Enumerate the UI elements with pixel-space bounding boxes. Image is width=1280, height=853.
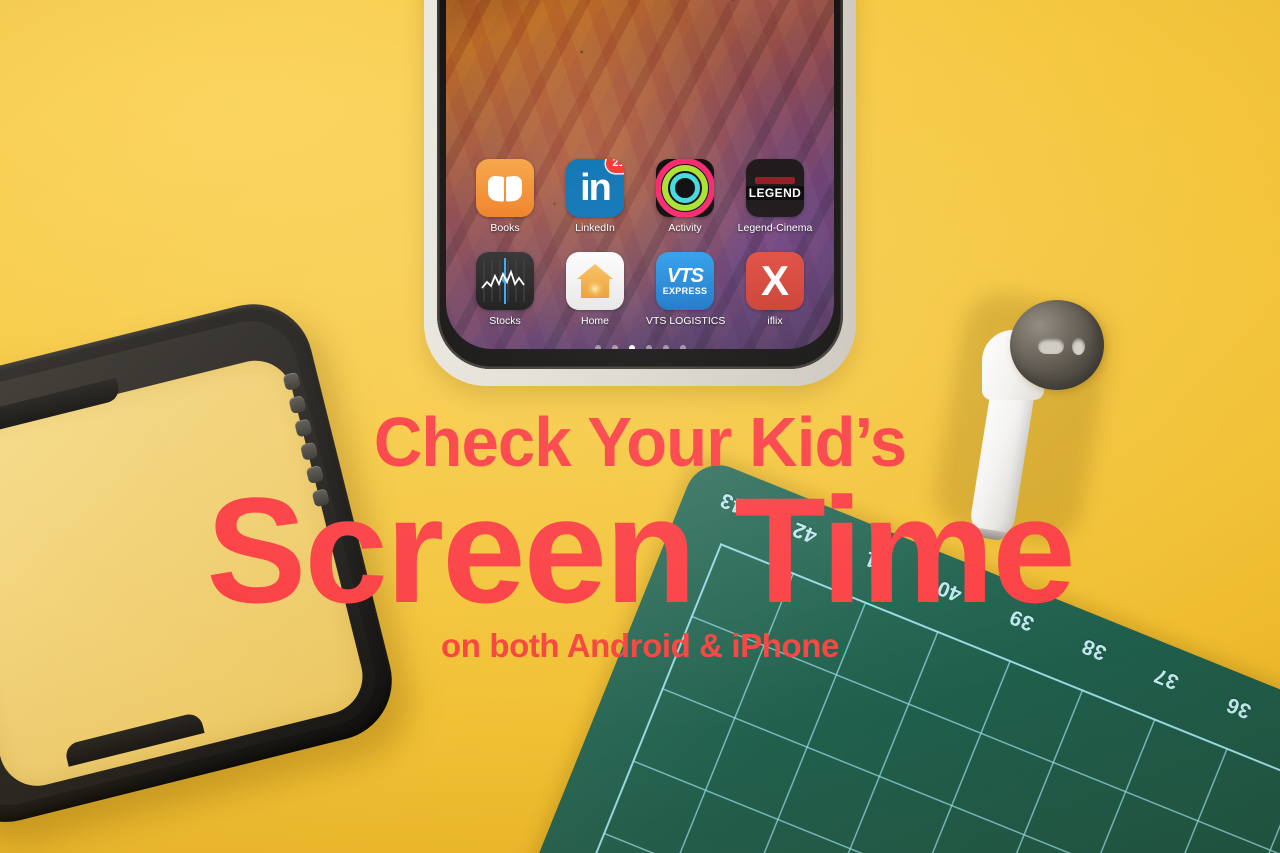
mat-ruler-tick: 37 bbox=[1150, 663, 1183, 694]
iflix-icon[interactable]: X bbox=[746, 252, 804, 310]
linkedin-badge: 21 bbox=[606, 159, 624, 173]
mat-ruler-tick: 41 bbox=[861, 546, 893, 577]
app-label: VTS LOGISTICS bbox=[646, 315, 726, 327]
airpod-ear-tip bbox=[1010, 300, 1104, 390]
app-label: Legend-Cinema bbox=[737, 222, 813, 234]
mat-ruler-tick: 38 bbox=[1078, 634, 1110, 665]
airpod bbox=[928, 286, 1122, 550]
iphone-device: Books in 21 LinkedIn Activity LEGEND Leg… bbox=[424, 0, 856, 390]
vts-express-icon[interactable]: VTS EXPRESS bbox=[656, 252, 714, 310]
app-label: Home bbox=[580, 315, 609, 327]
app-vts-logistics[interactable]: VTS EXPRESS VTS LOGISTICS bbox=[646, 252, 726, 327]
app-iflix[interactable]: X iflix bbox=[736, 252, 814, 327]
vts-wordmark: VTS bbox=[667, 264, 704, 287]
books-icon[interactable] bbox=[476, 159, 534, 217]
mat-ruler-tick: 39 bbox=[1006, 604, 1038, 636]
legend-cinema-icon[interactable]: LEGEND bbox=[746, 159, 804, 217]
iflix-x-mark: X bbox=[760, 257, 789, 304]
app-label: iflix bbox=[767, 315, 783, 327]
page-dot[interactable] bbox=[645, 345, 652, 349]
linkedin-icon[interactable]: in 21 bbox=[566, 159, 624, 217]
app-linkedin[interactable]: in 21 LinkedIn bbox=[556, 159, 634, 234]
stocks-icon[interactable] bbox=[476, 252, 534, 310]
vts-express-word: EXPRESS bbox=[662, 285, 708, 296]
page-dot[interactable] bbox=[594, 345, 601, 349]
page-dot[interactable] bbox=[662, 345, 669, 349]
stocks-chart-glyph bbox=[481, 258, 525, 304]
page-dots[interactable] bbox=[446, 345, 834, 349]
linkedin-mark: in bbox=[580, 167, 612, 209]
mat-ruler-tick: 36 bbox=[1223, 692, 1255, 723]
app-label: Books bbox=[490, 222, 520, 234]
mat-ruler-tick: 43 bbox=[716, 487, 749, 519]
app-activity[interactable]: Activity bbox=[646, 159, 724, 234]
app-home[interactable]: Home bbox=[556, 252, 634, 327]
mat-ruler-tick: 42 bbox=[789, 517, 821, 548]
app-label: LinkedIn bbox=[575, 222, 615, 234]
black-phone-case bbox=[0, 288, 424, 853]
mat-ruler-tick: 40 bbox=[933, 575, 966, 607]
house-glyph bbox=[577, 264, 613, 298]
app-label: Activity bbox=[668, 222, 702, 234]
airpod-sensor-port bbox=[1072, 338, 1085, 355]
app-row-2: Stocks Home VTS EXPRESS VTS LOGISTICS X … bbox=[446, 252, 834, 327]
airpod-speaker-mesh bbox=[1038, 338, 1064, 354]
poster-canvas: 43424140393837363534 bbox=[0, 0, 1280, 853]
cutting-mat: 43424140393837363534 bbox=[490, 455, 1280, 853]
page-dot[interactable] bbox=[611, 345, 618, 349]
home-screen: Books in 21 LinkedIn Activity LEGEND Leg… bbox=[446, 159, 834, 349]
page-dot[interactable] bbox=[628, 345, 635, 349]
activity-icon[interactable] bbox=[656, 159, 714, 217]
home-icon[interactable] bbox=[566, 252, 624, 310]
app-books[interactable]: Books bbox=[466, 159, 544, 234]
phone-body: Books in 21 LinkedIn Activity LEGEND Leg… bbox=[437, 0, 843, 369]
page-dot[interactable] bbox=[679, 345, 686, 349]
phone-screen: Books in 21 LinkedIn Activity LEGEND Leg… bbox=[446, 0, 834, 349]
app-stocks[interactable]: Stocks bbox=[466, 252, 544, 327]
app-row-1: Books in 21 LinkedIn Activity LEGEND Leg… bbox=[446, 159, 834, 234]
app-legend-cinema[interactable]: LEGEND Legend-Cinema bbox=[736, 159, 814, 234]
legend-wordmark: LEGEND bbox=[746, 185, 804, 200]
app-label: Stocks bbox=[489, 315, 521, 327]
